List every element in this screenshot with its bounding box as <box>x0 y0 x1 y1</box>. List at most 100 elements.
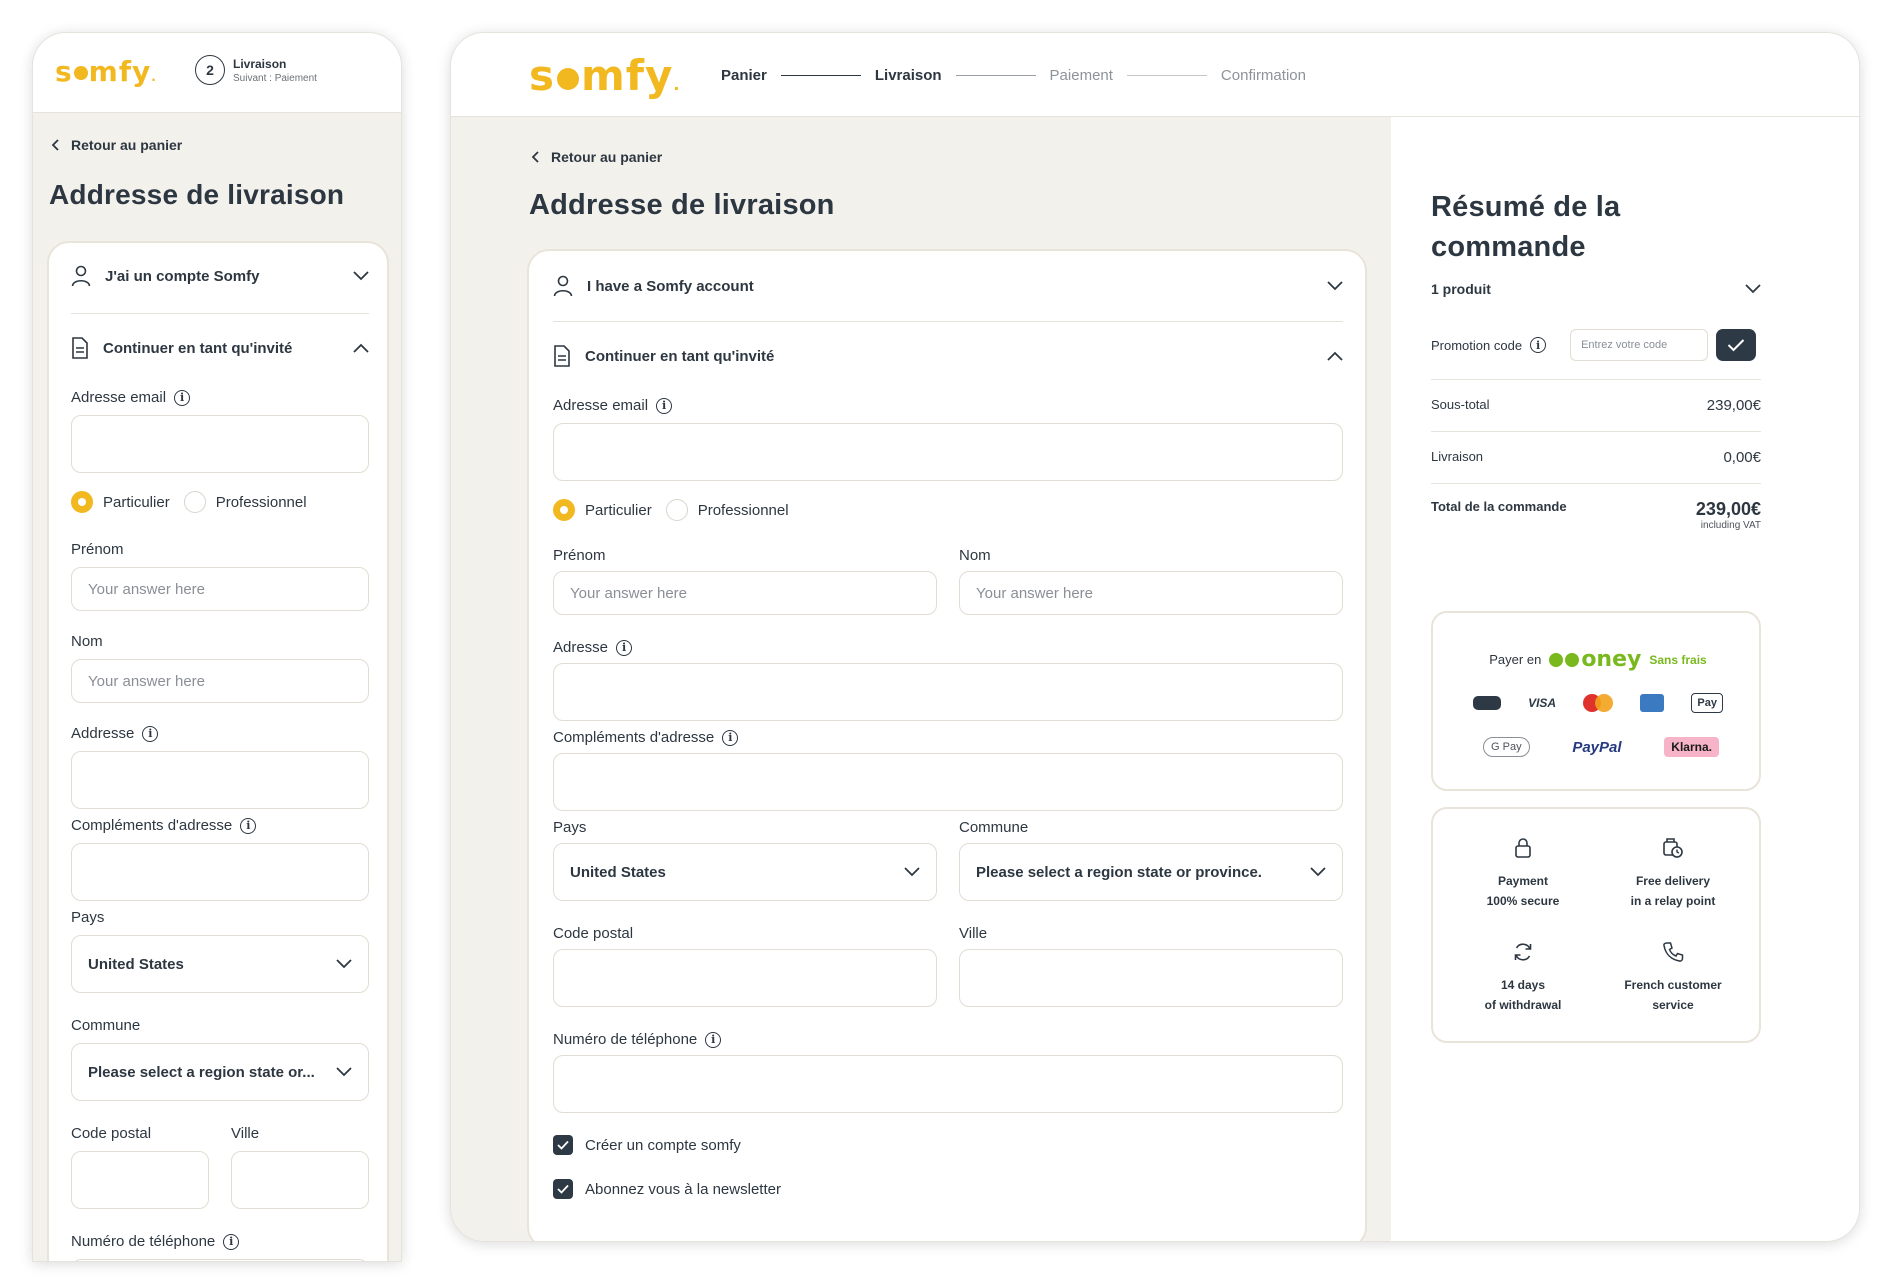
nom-label: Nom <box>71 633 103 650</box>
oney-4x-badge <box>1565 652 1580 667</box>
newsletter-checkbox[interactable]: Abonnez vous à la newsletter <box>553 1179 781 1199</box>
info-icon[interactable]: i <box>705 1031 722 1048</box>
oney-suffix: Sans frais <box>1649 652 1707 667</box>
commune-value: Please select a region state or province… <box>976 863 1262 881</box>
nom-field[interactable]: Your answer here <box>959 571 1343 615</box>
code-postal-field[interactable] <box>71 1151 209 1209</box>
step-panier[interactable]: Panier <box>721 67 767 84</box>
user-icon <box>553 275 573 297</box>
feature-line: in a relay point <box>1630 894 1716 908</box>
account-accordion[interactable]: I have a Somfy account <box>553 275 1343 297</box>
account-accordion[interactable]: J'ai un compte Somfy <box>71 265 369 287</box>
adresse-label-text: Addresse <box>71 725 135 742</box>
feature-withdrawal: 14 days of withdrawal <box>1448 941 1598 1015</box>
check-icon <box>1727 339 1745 352</box>
info-icon[interactable]: i <box>656 397 673 414</box>
pays-select[interactable]: United States <box>71 935 369 993</box>
pays-label-text: Pays <box>71 909 105 926</box>
telephone-field[interactable] <box>71 1259 369 1261</box>
back-to-cart-link[interactable]: Retour au panier <box>531 149 662 165</box>
create-account-label: Créer un compte somfy <box>585 1136 741 1154</box>
radio-empty-icon <box>665 499 688 521</box>
shipping-value: 0,00€ <box>1723 449 1761 466</box>
ville-field[interactable] <box>231 1151 369 1209</box>
shipping-row: Livraison 0,00€ <box>1431 449 1761 466</box>
chevron-down-icon <box>336 1067 352 1077</box>
radio-professionnel-label: Professionnel <box>697 501 789 519</box>
products-accordion[interactable]: 1 produit <box>1431 281 1761 297</box>
newsletter-label: Abonnez vous à la newsletter <box>585 1180 781 1198</box>
guest-accordion[interactable]: Continuer en tant qu'invité <box>71 337 369 359</box>
telephone-field[interactable] <box>553 1055 1343 1113</box>
commune-select[interactable]: Please select a region state or... <box>71 1043 369 1101</box>
adresse-field[interactable] <box>71 751 369 809</box>
complements-field[interactable] <box>553 753 1343 811</box>
adresse-field[interactable] <box>553 663 1343 721</box>
guest-accordion[interactable]: Continuer en tant qu'invité <box>553 345 1343 367</box>
step-number: 2 <box>206 62 214 78</box>
step-indicator: 2 Livraison Suivant : Paiement <box>195 55 317 85</box>
pays-select[interactable]: United States <box>553 843 937 901</box>
radio-professionnel[interactable]: Professionnel <box>665 499 789 521</box>
chevron-left-icon <box>531 151 539 163</box>
back-to-cart-link[interactable]: Retour au panier <box>51 137 182 153</box>
prenom-field[interactable]: Your answer here <box>71 567 369 611</box>
step-paiement: Paiement <box>1049 67 1113 84</box>
somfy-logo[interactable]: s mfy. <box>529 51 681 100</box>
code-postal-field[interactable] <box>553 949 937 1007</box>
complements-field[interactable] <box>71 843 369 901</box>
klarna-icon: Klarna. <box>1664 737 1719 757</box>
promo-code-input[interactable]: Entrez votre code <box>1570 329 1709 361</box>
radio-particulier[interactable]: Particulier <box>553 499 652 521</box>
chevron-down-icon <box>904 867 920 877</box>
prenom-label-text: Prénom <box>553 547 606 564</box>
create-account-checkbox[interactable]: Créer un compte somfy <box>553 1135 741 1155</box>
code-postal-label: Code postal <box>553 925 633 942</box>
mastercard-icon <box>1583 694 1614 712</box>
commune-value: Please select a region state or... <box>88 1063 315 1081</box>
email-field[interactable] <box>71 415 369 473</box>
feature-line: 100% secure <box>1486 894 1560 908</box>
subtotal-row: Sous-total 239,00€ <box>1431 397 1761 414</box>
divider <box>1431 483 1761 484</box>
step-livraison[interactable]: Livraison <box>875 67 942 84</box>
radio-particulier-label: Particulier <box>103 493 170 511</box>
info-icon[interactable]: i <box>240 817 257 834</box>
prenom-label: Prénom <box>71 541 124 558</box>
info-icon[interactable]: i <box>616 639 633 656</box>
telephone-label-text: Numéro de téléphone <box>553 1031 698 1048</box>
chevron-down-icon <box>1745 284 1761 294</box>
code-postal-label-text: Code postal <box>553 925 634 942</box>
prenom-field[interactable]: Your answer here <box>553 571 937 615</box>
somfy-logo[interactable]: s mfy. <box>55 55 157 88</box>
checkout-steps: Panier Livraison Paiement Confirmation <box>721 67 1306 84</box>
ville-field[interactable] <box>959 949 1343 1007</box>
nom-label-text: Nom <box>71 633 103 650</box>
document-icon <box>72 337 88 359</box>
commune-select[interactable]: Please select a region state or province… <box>959 843 1343 901</box>
info-icon[interactable]: i <box>174 389 191 406</box>
nom-label-text: Nom <box>959 547 991 564</box>
radio-particulier[interactable]: Particulier <box>71 491 170 513</box>
step-connector <box>955 75 1036 76</box>
nom-placeholder: Your answer here <box>976 584 1094 602</box>
chevron-up-icon <box>1327 351 1343 361</box>
info-icon[interactable]: i <box>1530 337 1547 353</box>
nom-field[interactable]: Your answer here <box>71 659 369 703</box>
total-value: 239,00€ <box>1695 499 1761 519</box>
email-field[interactable] <box>553 423 1343 481</box>
chevron-down-icon <box>336 959 352 969</box>
info-icon[interactable]: i <box>142 725 159 742</box>
adresse-label-text: Adresse <box>553 639 609 656</box>
commune-label-text: Commune <box>959 819 1029 836</box>
subtotal-value: 239,00€ <box>1706 397 1761 414</box>
promo-apply-button[interactable] <box>1716 329 1757 361</box>
info-icon[interactable]: i <box>722 729 739 746</box>
step-title: Livraison <box>233 56 287 71</box>
radio-professionnel[interactable]: Professionnel <box>183 491 307 513</box>
info-icon[interactable]: i <box>223 1233 240 1250</box>
step-connector <box>1126 75 1207 76</box>
feature-line: French customer <box>1624 978 1722 992</box>
promo-placeholder: Entrez votre code <box>1581 339 1668 351</box>
chevron-up-icon <box>353 343 369 353</box>
